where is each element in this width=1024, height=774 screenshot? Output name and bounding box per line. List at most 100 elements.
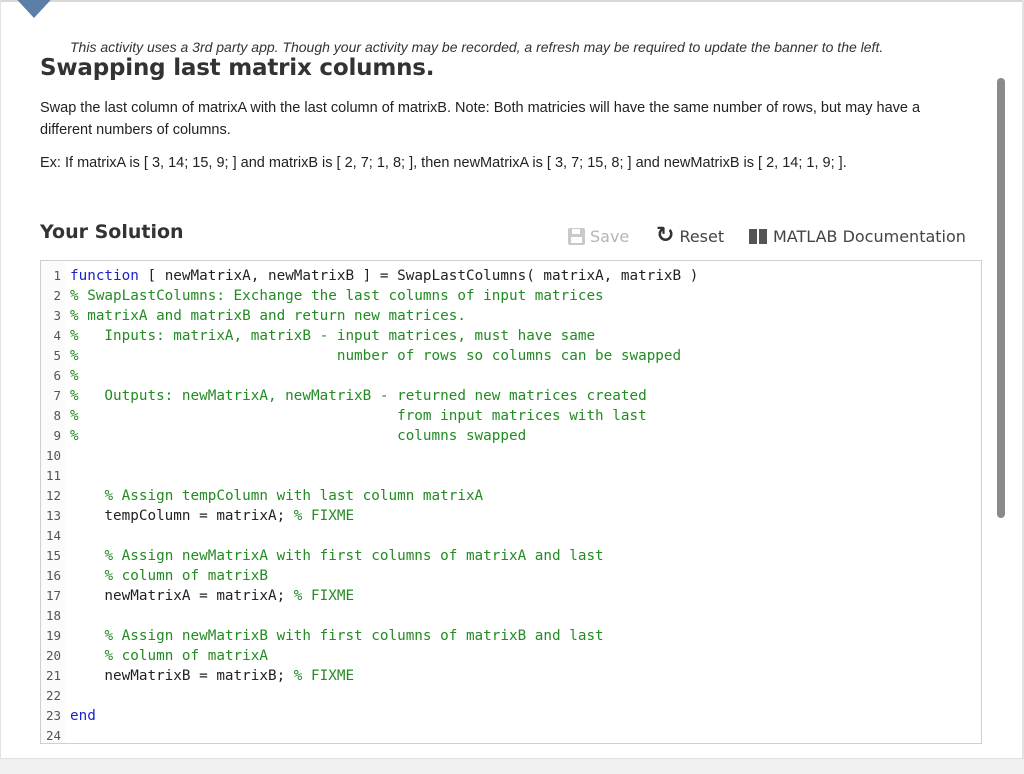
line-number: 9 (53, 428, 61, 443)
code-text[interactable]: % Assign newMatrixB with first columns o… (70, 626, 604, 646)
code-comment: % FIXME (293, 668, 355, 684)
line-number: 4 (53, 328, 61, 343)
code-text[interactable]: % Outputs: newMatrixA, newMatrixB - retu… (70, 386, 647, 406)
code-line[interactable]: 24 (41, 726, 981, 743)
code-line[interactable]: 1 function [ newMatrixA, newMatrixB ] = S… (41, 266, 981, 286)
line-number: 7 (53, 388, 61, 403)
code-line[interactable]: 19 % Assign newMatrixB with first column… (41, 626, 981, 646)
code-comment: % column of matrixB (104, 568, 268, 584)
code-line[interactable]: 16 % column of matrixB (41, 566, 981, 586)
line-number: 21 (45, 668, 61, 683)
code-line[interactable]: 17 newMatrixA = matrixA; % FIXME (41, 586, 981, 606)
code-comment: % FIXME (293, 588, 355, 604)
code-text[interactable]: % Assign tempColumn with last column mat… (70, 486, 483, 506)
code-comment: % from input matrices with last (70, 408, 647, 424)
code-line[interactable]: 18 (41, 606, 981, 626)
code-line[interactable]: 7 % Outputs: newMatrixA, newMatrixB - ret… (41, 386, 981, 406)
line-number: 18 (45, 608, 61, 623)
code-editor[interactable]: 1 function [ newMatrixA, newMatrixB ] = S… (40, 260, 982, 744)
save-label: Save (590, 226, 630, 246)
code-line[interactable]: 23 end (41, 706, 981, 726)
line-number: 10 (45, 448, 61, 463)
code-line[interactable]: 13 tempColumn = matrixA; % FIXME (41, 506, 981, 526)
line-number: 3 (53, 308, 61, 323)
code-text[interactable]: % Assign newMatrixA with first columns o… (70, 546, 604, 566)
line-number: 15 (45, 548, 61, 563)
code-line[interactable]: 14 (41, 526, 981, 546)
code-token: tempColumn = matrixA; (70, 508, 294, 524)
code-comment: % Assign newMatrixB with first columns o… (104, 628, 604, 644)
code-line[interactable]: 20 % column of matrixA (41, 646, 981, 666)
code-line[interactable]: 6% (41, 366, 981, 386)
reset-icon: ↻ (656, 223, 675, 248)
code-comment: % Assign tempColumn with last column mat… (104, 488, 484, 504)
code-line[interactable]: 9 % columns swapped (41, 426, 981, 446)
code-comment: % matrixA and matrixB and return new mat… (70, 308, 466, 324)
line-number: 2 (53, 288, 61, 303)
code-text[interactable]: % columns swapped (70, 426, 526, 446)
code-comment: % Inputs: matrixA, matrixB - input matri… (70, 328, 596, 344)
code-keyword: function (70, 268, 139, 284)
code-comment: % SwapLastColumns: Exchange the last col… (70, 288, 604, 304)
line-number: 14 (45, 528, 61, 543)
line-number: 12 (45, 488, 61, 503)
code-token: newMatrixB = matrixB; (70, 668, 294, 684)
bottom-strip (0, 758, 1024, 774)
code-comment: % column of matrixA (104, 648, 268, 664)
code-text[interactable]: % SwapLastColumns: Exchange the last col… (70, 286, 604, 306)
code-token: newMatrixA = matrixA; (70, 588, 294, 604)
code-line[interactable]: 3 % matrixA and matrixB and return new ma… (41, 306, 981, 326)
code-text[interactable]: newMatrixB = matrixB; % FIXME (70, 666, 354, 686)
code-line[interactable]: 5 % number of rows so columns can be swap… (41, 346, 981, 366)
page-title: Swapping last matrix columns. (40, 55, 435, 81)
code-line[interactable]: 8 % from input matrices with last (41, 406, 981, 426)
code-line[interactable]: 4 % Inputs: matrixA, matrixB - input matr… (41, 326, 981, 346)
code-comment: % Assign newMatrixA with first columns o… (104, 548, 604, 564)
code-text[interactable]: % column of matrixB (70, 566, 268, 586)
line-number: 5 (53, 348, 61, 363)
documentation-label: MATLAB Documentation (773, 226, 966, 246)
line-number: 6 (53, 368, 61, 383)
code-text[interactable]: newMatrixA = matrixA; % FIXME (70, 586, 354, 606)
window-top-border (0, 0, 1024, 2)
book-icon (749, 228, 768, 244)
code-text[interactable]: tempColumn = matrixA; % FIXME (70, 506, 354, 526)
code-text[interactable]: % (70, 366, 79, 386)
code-line[interactable]: 11 (41, 466, 981, 486)
code-token: [ newMatrixA, newMatrixB ] = SwapLastCol… (138, 268, 699, 284)
line-number: 8 (53, 408, 61, 423)
code-text[interactable]: function [ newMatrixA, newMatrixB ] = Sw… (70, 266, 698, 286)
code-text[interactable]: % Inputs: matrixA, matrixB - input matri… (70, 326, 595, 346)
line-number: 22 (45, 688, 61, 703)
code-line[interactable]: 12 % Assign tempColumn with last column … (41, 486, 981, 506)
code-text[interactable]: % from input matrices with last (70, 406, 647, 426)
vertical-scrollbar[interactable] (997, 78, 1005, 518)
code-text[interactable]: % matrixA and matrixB and return new mat… (70, 306, 466, 326)
problem-example: Ex: If matrixA is [ 3, 14; 15, 9; ] and … (40, 155, 847, 171)
code-text[interactable]: end (70, 706, 96, 726)
matlab-documentation-link[interactable]: MATLAB Documentation (749, 224, 966, 248)
code-text[interactable]: % number of rows so columns can be swapp… (70, 346, 681, 366)
reset-label: Reset (679, 226, 725, 246)
code-text[interactable]: % column of matrixA (70, 646, 268, 666)
banner-tab[interactable] (8, 0, 60, 18)
code-line[interactable]: 10 (41, 446, 981, 466)
problem-description: Swap the last column of matrixA with the… (40, 100, 921, 138)
save-button[interactable]: Save (568, 224, 629, 248)
code-comment: % number of rows so columns can be swapp… (70, 348, 682, 364)
code-comment: % Outputs: newMatrixA, newMatrixB - retu… (70, 388, 647, 404)
code-line[interactable]: 15 % Assign newMatrixA with first column… (41, 546, 981, 566)
code-comment: % FIXME (293, 508, 355, 524)
code-comment: % (70, 368, 79, 384)
code-comment: % columns swapped (70, 428, 527, 444)
line-number: 24 (45, 728, 61, 743)
code-line[interactable]: 22 (41, 686, 981, 706)
code-line[interactable]: 21 newMatrixB = matrixB; % FIXME (41, 666, 981, 686)
code-line[interactable]: 2 % SwapLastColumns: Exchange the last co… (41, 286, 981, 306)
reset-button[interactable]: ↻ Reset (656, 224, 724, 248)
